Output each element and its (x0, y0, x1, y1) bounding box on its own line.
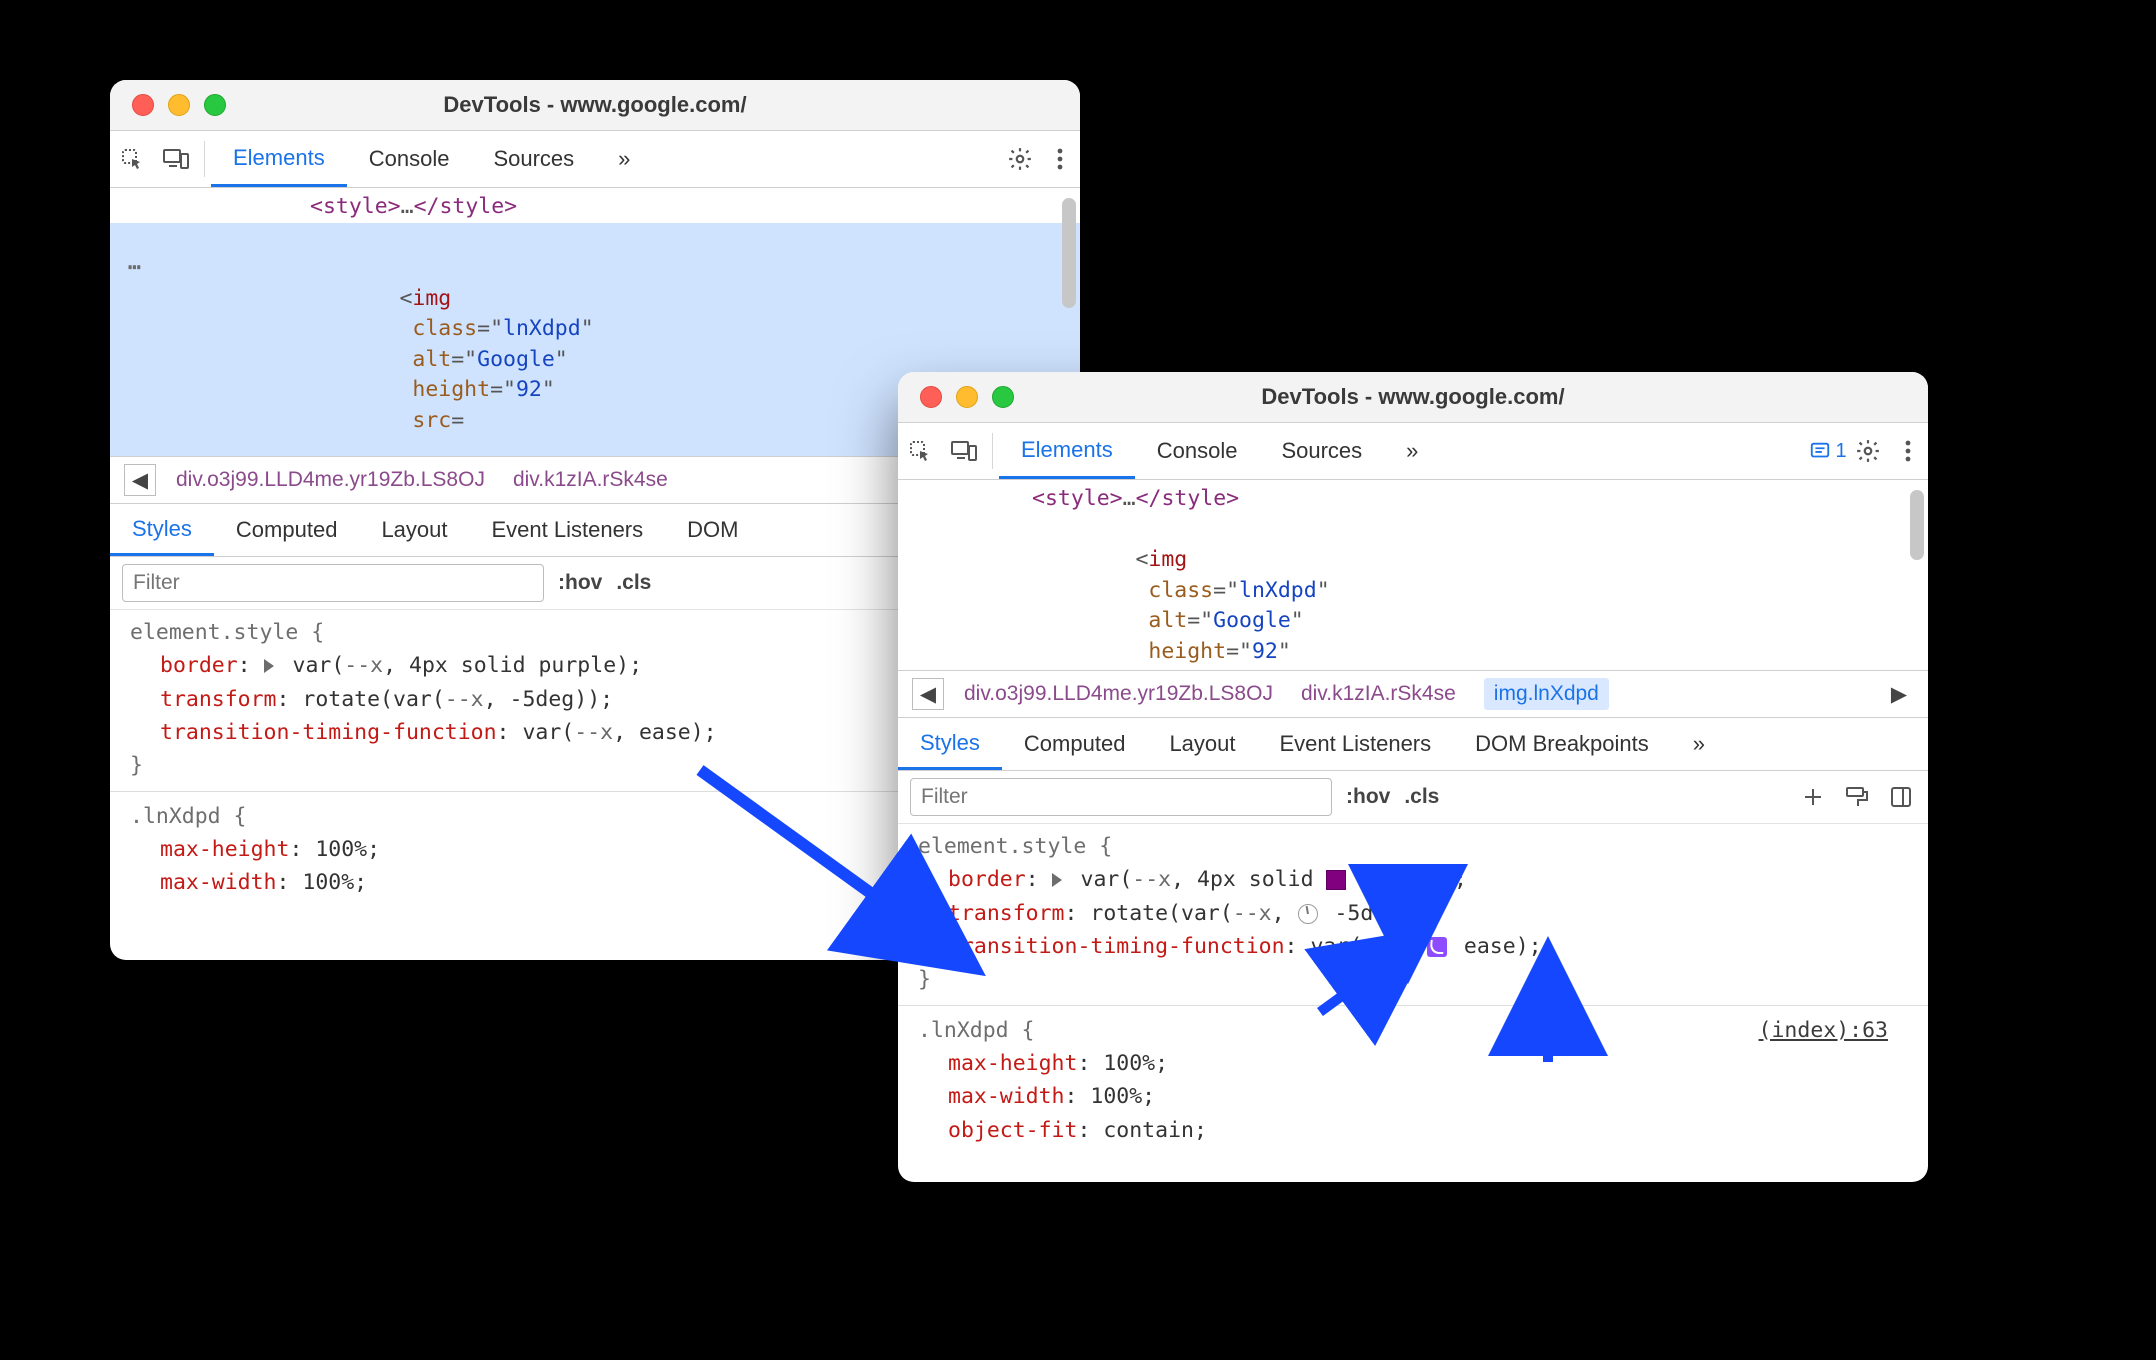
css-rule[interactable]: max-height: 100%; (918, 1047, 1908, 1080)
subtab-styles[interactable]: Styles (898, 718, 1002, 770)
close-button[interactable] (920, 386, 942, 408)
subtab-dom[interactable]: DOM Breakpoints (1453, 718, 1671, 770)
crumb-item[interactable]: div.o3j99.LLD4me.yr19Zb.LS8OJ (964, 682, 1273, 706)
issues-icon[interactable]: 1 (1808, 440, 1848, 463)
titlebar: DevTools - www.google.com/ (898, 372, 1928, 423)
devtools-window-after: DevTools - www.google.com/ Elements Cons… (898, 372, 1928, 1182)
issues-count: 1 (1835, 440, 1846, 463)
subtab-computed[interactable]: Computed (1002, 718, 1148, 770)
tab-sources[interactable]: Sources (471, 131, 596, 187)
minimize-button[interactable] (956, 386, 978, 408)
zoom-button[interactable] (992, 386, 1014, 408)
filter-input[interactable] (122, 564, 544, 602)
selector[interactable]: element.style { (918, 830, 1908, 863)
subtab-event[interactable]: Event Listeners (1258, 718, 1454, 770)
window-title: DevTools - www.google.com/ (110, 92, 1080, 118)
rule-close: } (918, 963, 1908, 996)
breadcrumb[interactable]: ◀ div.o3j99.LLD4me.yr19Zb.LS8OJ div.k1zI… (898, 670, 1928, 718)
subtab-layout[interactable]: Layout (359, 504, 469, 556)
hov-toggle[interactable]: :hov (1346, 785, 1390, 809)
cls-toggle[interactable]: .cls (1404, 785, 1439, 809)
subtab-styles[interactable]: Styles (110, 504, 214, 556)
subtab-computed[interactable]: Computed (214, 504, 360, 556)
easing-swatch-icon[interactable] (1427, 937, 1447, 957)
tab-console[interactable]: Console (1135, 423, 1260, 479)
close-button[interactable] (132, 94, 154, 116)
panel-layout-icon[interactable] (1886, 786, 1916, 808)
css-rule-ttf[interactable]: transition-timing-function: var(--x, eas… (918, 930, 1908, 963)
styles-panel[interactable]: element.style { border: var(--x, 4px sol… (898, 824, 1928, 1182)
traffic-lights (898, 386, 1014, 408)
kebab-icon[interactable] (1040, 148, 1080, 170)
tab-elements[interactable]: Elements (211, 131, 347, 187)
tab-sources[interactable]: Sources (1259, 423, 1384, 479)
zoom-button[interactable] (204, 94, 226, 116)
expand-icon[interactable] (1052, 873, 1062, 887)
scrollbar[interactable] (1910, 490, 1924, 560)
angle-swatch-icon[interactable] (1298, 904, 1318, 924)
add-rule-icon[interactable] (1798, 786, 1828, 808)
dom-node-img[interactable]: <img class="lnXdpd" alt="Google" height=… (898, 515, 1928, 670)
crumb-item[interactable]: div.o3j99.LLD4me.yr19Zb.LS8OJ (176, 468, 485, 492)
breadcrumb-right[interactable]: ▶ (1884, 679, 1914, 709)
cls-toggle[interactable]: .cls (616, 571, 651, 595)
subtab-event[interactable]: Event Listeners (470, 504, 666, 556)
tab-elements[interactable]: Elements (999, 423, 1135, 479)
minimize-button[interactable] (168, 94, 190, 116)
hov-toggle[interactable]: :hov (558, 571, 602, 595)
subtab-dom[interactable]: DOM (665, 504, 760, 556)
tab-more[interactable]: » (1384, 423, 1440, 479)
crumb-item[interactable]: div.k1zIA.rSk4se (1301, 682, 1456, 706)
device-icon[interactable] (942, 440, 986, 462)
css-rule-border[interactable]: border: var(--x, 4px solid purple); (918, 863, 1908, 896)
selector[interactable]: .lnXdpd { (918, 1018, 1035, 1043)
breadcrumb-left[interactable]: ◀ (912, 678, 944, 710)
crumb-item[interactable]: div.k1zIA.rSk4se (513, 468, 668, 492)
dom-node-style[interactable]: <style>…</style> (110, 192, 1080, 223)
expand-icon[interactable] (264, 659, 274, 673)
main-toolbar: Elements Console Sources » 1 (898, 423, 1928, 480)
dom-tree-panel[interactable]: <style>…</style> <img class="lnXdpd" alt… (898, 480, 1928, 670)
tab-more[interactable]: » (596, 131, 652, 187)
tab-console[interactable]: Console (347, 131, 472, 187)
device-icon[interactable] (154, 148, 198, 170)
breadcrumb-left[interactable]: ◀ (124, 464, 156, 496)
gear-icon[interactable] (1000, 146, 1040, 172)
paint-icon[interactable] (1842, 786, 1872, 808)
crumb-item-active[interactable]: img.lnXdpd (1484, 678, 1609, 710)
subtab-layout[interactable]: Layout (1147, 718, 1257, 770)
color-swatch-icon[interactable] (1326, 870, 1346, 890)
filter-input[interactable] (910, 778, 1332, 816)
source-link[interactable]: (index):63 (1759, 1014, 1888, 1047)
main-toolbar: Elements Console Sources » (110, 131, 1080, 188)
filter-row: :hov .cls (898, 771, 1928, 824)
titlebar: DevTools - www.google.com/ (110, 80, 1080, 131)
inspect-icon[interactable] (110, 147, 154, 171)
css-rule[interactable]: object-fit: contain; (918, 1114, 1908, 1147)
inspect-icon[interactable] (898, 439, 942, 463)
traffic-lights (110, 94, 226, 116)
window-title: DevTools - www.google.com/ (898, 384, 1928, 410)
gear-icon[interactable] (1848, 438, 1888, 464)
kebab-icon[interactable] (1888, 440, 1928, 462)
dom-node-style[interactable]: <style>…</style> (898, 484, 1928, 515)
styles-subtabs: Styles Computed Layout Event Listeners D… (898, 718, 1928, 771)
css-rule[interactable]: max-width: 100%; (918, 1080, 1908, 1113)
css-rule-transform[interactable]: transform: rotate(var(--x, -5deg)); (918, 897, 1908, 930)
subtab-more[interactable]: » (1671, 718, 1727, 770)
scrollbar[interactable] (1062, 198, 1076, 308)
